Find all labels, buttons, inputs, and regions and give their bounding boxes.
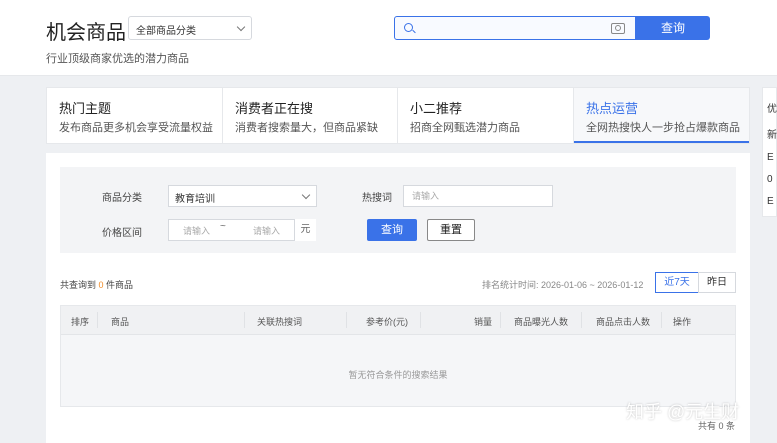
- filter-query-button[interactable]: 查询: [367, 219, 417, 241]
- tab-consumer-searching[interactable]: 消费者正在搜 消费者搜索量大，但商品紧缺: [223, 88, 398, 143]
- tab-desc: 全网热搜快人一步抢占爆款商品: [586, 122, 740, 134]
- filter-reset-button[interactable]: 重置: [427, 219, 475, 241]
- side-card-text: 新: [767, 130, 777, 141]
- column-header: 操作: [673, 317, 692, 327]
- tab-title: 热门主题: [59, 101, 112, 116]
- result-count: 共查询到 0 件商品: [60, 278, 133, 291]
- column-divider: [420, 312, 421, 328]
- page-subtitle: 行业顶级商家优选的潜力商品: [46, 53, 189, 65]
- column-divider: [244, 312, 245, 328]
- empty-message: 暂无符合条件的搜索结果: [348, 370, 448, 380]
- side-card-text: E: [767, 152, 774, 163]
- column-divider: [346, 312, 347, 328]
- price-separator: ~: [220, 221, 226, 232]
- column-header: 关联热搜词: [257, 317, 303, 327]
- tab-hot-topics[interactable]: 热门主题 发布商品更多机会享受流量权益: [47, 88, 223, 143]
- search-button[interactable]: 查询: [636, 16, 710, 40]
- price-min-input[interactable]: [181, 223, 235, 239]
- result-prefix: 共查询到: [60, 280, 99, 290]
- top-bar: 机会商品 全部商品分类 行业顶级商家优选的潜力商品 查询: [0, 0, 777, 76]
- category-filter-select[interactable]: 全部商品分类: [128, 16, 252, 40]
- column-header: 商品: [111, 317, 130, 327]
- column-header: 排序: [71, 317, 90, 327]
- column-divider: [500, 312, 501, 328]
- search-input[interactable]: [417, 19, 601, 39]
- tab-desc: 招商全网甄选潜力商品: [410, 122, 520, 134]
- table-header: 排序 商品 关联热搜词 参考价(元) 销量 商品曝光人数 商品点击人数 操作: [61, 306, 735, 335]
- column-divider: [661, 312, 662, 328]
- category-select-value: 教育培训: [175, 194, 215, 205]
- tab-desc: 消费者搜索量大，但商品紧缺: [235, 122, 378, 134]
- hot-word-label: 热搜词: [362, 193, 392, 204]
- column-header: 销量: [474, 317, 493, 327]
- chevron-down-icon: [301, 190, 311, 200]
- side-card-partial[interactable]: 优 新 E 0 E: [762, 87, 777, 217]
- search-box[interactable]: [394, 16, 636, 40]
- filter-panel: 商品分类 教育培训 热搜词 价格区间 ~ 元 查询 重置: [60, 167, 736, 253]
- tab-title: 热点运营: [586, 101, 639, 116]
- category-select[interactable]: 教育培训: [168, 185, 317, 207]
- category-tabs: 热门主题 发布商品更多机会享受流量权益 消费者正在搜 消费者搜索量大，但商品紧缺…: [46, 87, 750, 144]
- search-icon: [404, 23, 413, 32]
- page-title: 机会商品: [46, 22, 126, 44]
- result-suffix: 件商品: [103, 280, 134, 290]
- column-header: 商品点击人数: [596, 317, 651, 327]
- tab-staff-recommend[interactable]: 小二推荐 招商全网甄选潜力商品: [398, 88, 574, 143]
- category-label: 商品分类: [102, 193, 142, 204]
- side-card-text: E: [767, 196, 774, 207]
- side-card-text: 0: [767, 174, 773, 185]
- range-7d-button[interactable]: 近7天: [655, 272, 699, 293]
- price-range-label: 价格区间: [102, 228, 142, 239]
- stat-time: 排名统计时间: 2026-01-06 ~ 2026-01-12: [482, 280, 644, 290]
- range-yesterday-button[interactable]: 昨日: [698, 272, 736, 293]
- watermark: 知乎 @元生财: [626, 402, 740, 422]
- column-header: 参考价(元): [366, 317, 408, 327]
- price-unit: 元: [294, 219, 316, 241]
- category-filter-value: 全部商品分类: [136, 26, 196, 37]
- hot-word-input[interactable]: [403, 185, 553, 207]
- column-divider: [581, 312, 582, 328]
- side-card-text: 优: [767, 104, 777, 115]
- column-divider: [97, 312, 98, 328]
- column-header: 商品曝光人数: [514, 317, 569, 327]
- tab-title: 小二推荐: [410, 101, 463, 116]
- tab-hot-operations[interactable]: 热点运营 全网热搜快人一步抢占爆款商品: [574, 88, 749, 143]
- camera-icon[interactable]: [611, 23, 625, 34]
- results-table: 排序 商品 关联热搜词 参考价(元) 销量 商品曝光人数 商品点击人数 操作 暂…: [60, 305, 736, 407]
- price-range: [168, 219, 315, 241]
- tab-desc: 发布商品更多机会享受流量权益: [59, 122, 213, 134]
- tab-title: 消费者正在搜: [235, 101, 314, 116]
- chevron-down-icon: [236, 22, 246, 32]
